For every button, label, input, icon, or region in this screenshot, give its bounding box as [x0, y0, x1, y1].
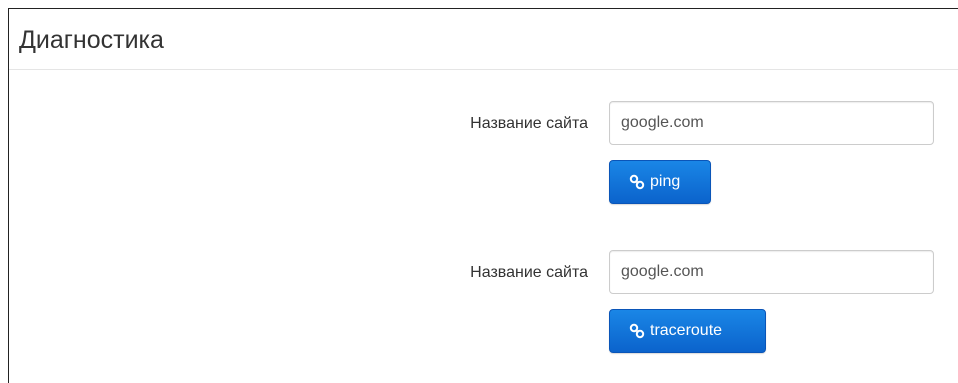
- traceroute-site-input[interactable]: [609, 250, 934, 294]
- link-icon: [628, 322, 646, 340]
- traceroute-button-label: traceroute: [650, 322, 723, 339]
- ping-site-label: Название сайта: [470, 115, 588, 132]
- panel-header: Диагностика: [9, 9, 958, 70]
- page-title: Диагностика: [19, 26, 164, 54]
- diagnostics-panel: Диагностика Название сайта ping Название…: [8, 8, 958, 383]
- ping-button[interactable]: ping: [609, 160, 711, 204]
- ping-button-label: ping: [650, 173, 681, 190]
- traceroute-site-label: Название сайта: [470, 264, 588, 281]
- ping-site-input[interactable]: [609, 101, 934, 145]
- link-icon: [628, 173, 646, 191]
- traceroute-button[interactable]: traceroute: [609, 309, 766, 353]
